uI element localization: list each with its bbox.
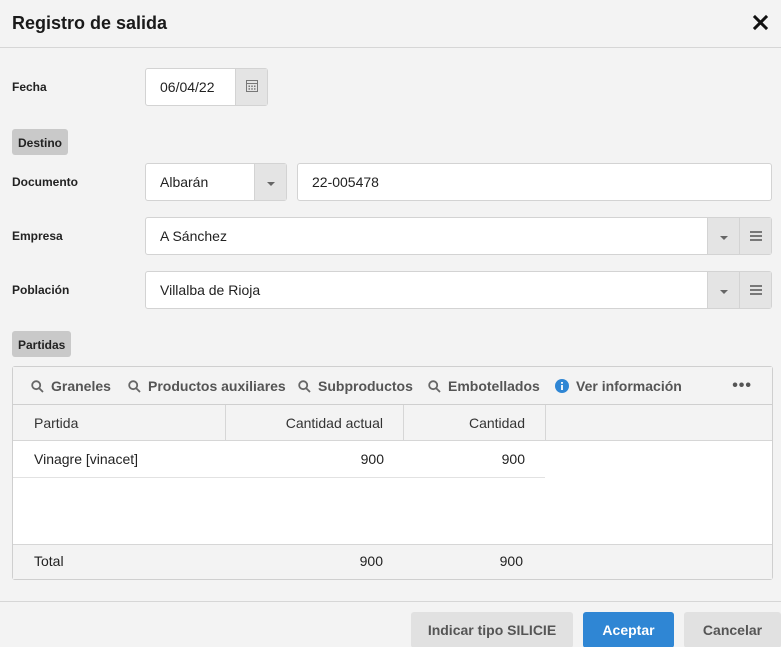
- empresa-dropdown[interactable]: [707, 218, 739, 254]
- more-options-icon[interactable]: •••: [732, 377, 752, 395]
- embotellados-label: Embotellados: [448, 378, 540, 394]
- destino-section-tag: Destino: [12, 129, 69, 155]
- table-row[interactable]: Vinagre [vinacet] 900 900: [13, 441, 545, 478]
- search-icon: [128, 379, 141, 393]
- productos-auxiliares-button[interactable]: Productos auxiliares: [128, 378, 286, 394]
- search-icon: [31, 379, 44, 393]
- close-icon[interactable]: [751, 12, 771, 34]
- partidas-toolbar: Graneles Productos auxiliares Subproduct…: [13, 367, 772, 405]
- cantidad-cell[interactable]: 900: [502, 451, 525, 467]
- cancelar-button[interactable]: Cancelar: [684, 612, 781, 647]
- subproductos-label: Subproductos: [318, 378, 413, 394]
- documento-type-dropdown[interactable]: [254, 164, 286, 200]
- graneles-button[interactable]: Graneles: [31, 378, 111, 394]
- poblacion-label: Población: [12, 283, 70, 297]
- menu-lines-icon: [749, 228, 762, 244]
- dialog-title: Registro de salida: [12, 13, 168, 33]
- calendar-icon: [245, 79, 258, 95]
- empresa-select[interactable]: A Sánchez: [145, 217, 772, 255]
- indicar-tipo-silicie-button[interactable]: Indicar tipo SILICIE: [411, 612, 573, 647]
- column-header-partida[interactable]: Partida: [13, 405, 226, 441]
- poblacion-select[interactable]: Villalba de Rioja: [145, 271, 772, 309]
- total-cantidad-actual: 900: [359, 553, 383, 569]
- productos-auxiliares-label: Productos auxiliares: [148, 378, 286, 394]
- documento-label: Documento: [12, 175, 78, 189]
- menu-lines-icon: [749, 282, 762, 298]
- empresa-list-button[interactable]: [739, 218, 771, 254]
- search-icon: [428, 379, 441, 393]
- aceptar-button[interactable]: Aceptar: [583, 612, 674, 647]
- column-header-cantidad-actual[interactable]: Cantidad actual: [226, 405, 404, 441]
- table-footer: Total 900 900: [13, 544, 772, 579]
- documento-type-select[interactable]: Albarán: [145, 163, 287, 201]
- column-header-cantidad[interactable]: Cantidad: [404, 405, 546, 441]
- documento-type-value: Albarán: [160, 174, 209, 190]
- ver-informacion-button[interactable]: Ver información: [555, 378, 682, 394]
- dialog-header: Registro de salida: [0, 0, 781, 48]
- calendar-button[interactable]: [235, 69, 267, 105]
- documento-number-value: 22-005478: [312, 174, 379, 190]
- total-label: Total: [34, 553, 64, 569]
- poblacion-value: Villalba de Rioja: [160, 282, 261, 298]
- dialog-footer: Indicar tipo SILICIE Aceptar Cancelar: [0, 601, 781, 647]
- embotellados-button[interactable]: Embotellados: [428, 378, 540, 394]
- partidas-panel: Graneles Productos auxiliares Subproduct…: [12, 366, 773, 580]
- empresa-label: Empresa: [12, 229, 63, 243]
- graneles-label: Graneles: [51, 378, 111, 394]
- ver-informacion-label: Ver información: [576, 378, 682, 394]
- fecha-field[interactable]: 06/04/22: [145, 68, 268, 106]
- partidas-section-tag: Partidas: [12, 331, 72, 357]
- table-header: Partida Cantidad actual Cantidad: [13, 405, 772, 441]
- cantidad-actual-cell: 900: [360, 451, 384, 467]
- caret-down-icon: [266, 174, 276, 190]
- fecha-value: 06/04/22: [160, 79, 215, 95]
- partida-cell: Vinagre [vinacet]: [34, 451, 139, 467]
- caret-down-icon: [719, 282, 729, 298]
- search-icon: [298, 379, 311, 393]
- poblacion-dropdown[interactable]: [707, 272, 739, 308]
- subproductos-button[interactable]: Subproductos: [298, 378, 413, 394]
- caret-down-icon: [719, 228, 729, 244]
- empresa-value: A Sánchez: [160, 228, 227, 244]
- documento-number-input[interactable]: 22-005478: [297, 163, 772, 201]
- info-icon: [555, 379, 569, 393]
- poblacion-list-button[interactable]: [739, 272, 771, 308]
- total-cantidad: 900: [499, 553, 523, 569]
- fecha-label: Fecha: [12, 80, 47, 94]
